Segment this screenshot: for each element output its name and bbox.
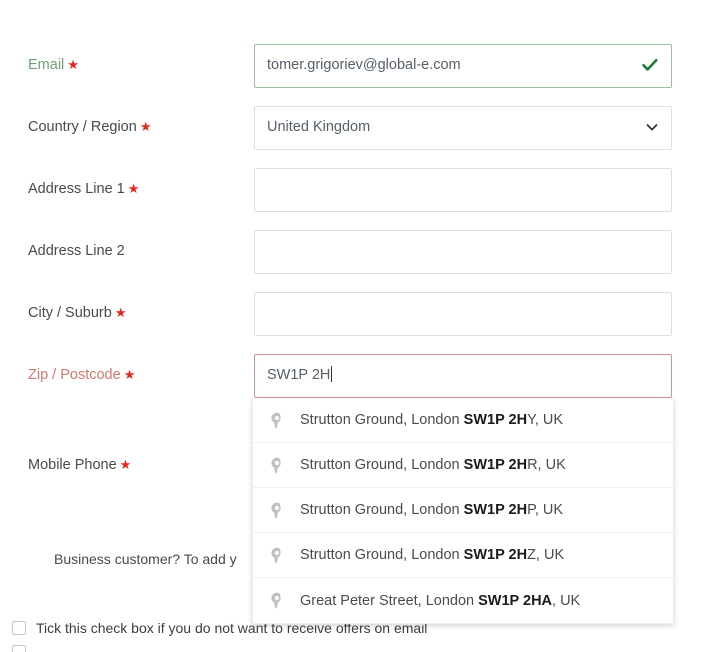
autocomplete-suggestion[interactable]: Great Peter Street, London SW1P 2HA, UK [253, 578, 673, 623]
suggestion-text: Strutton Ground, London SW1P 2HZ, UK [300, 547, 564, 563]
postcode-autocomplete-dropdown[interactable]: Strutton Ground, London SW1P 2HY, UK Stru… [252, 398, 674, 624]
map-pin-icon [269, 546, 285, 564]
field-label-text: Address Line 2 [28, 243, 125, 259]
map-pin-icon [269, 501, 285, 519]
required-star-icon: ★ [139, 119, 152, 134]
form-row: Address Line 2 [0, 228, 725, 290]
suggestion-match: SW1P 2H [463, 502, 528, 518]
suggestion-match: SW1P 2H [463, 457, 528, 473]
input-country-region[interactable] [254, 106, 672, 150]
suggestion-text: Great Peter Street, London SW1P 2HA, UK [300, 593, 580, 609]
autocomplete-suggestion[interactable]: Strutton Ground, London SW1P 2HZ, UK [253, 533, 673, 578]
field-label-text: Country / Region [28, 119, 137, 135]
suggestion-suffix: Z, UK [527, 547, 565, 563]
autocomplete-suggestion[interactable]: Strutton Ground, London SW1P 2HP, UK [253, 488, 673, 533]
suggestion-prefix: Great Peter Street, London [300, 592, 479, 609]
form-row: Email ★ tomer.grigoriev@global-e.com [0, 42, 725, 104]
suggestion-prefix: Strutton Ground, London [300, 457, 464, 473]
map-pin-icon [269, 456, 285, 474]
secondary-checkbox-row[interactable] [12, 645, 36, 652]
checkout-address-form: Email ★ tomer.grigoriev@global-e.com Countr… [0, 0, 725, 652]
field-label: Mobile Phone ★ [28, 456, 131, 474]
suggestion-text: Strutton Ground, London SW1P 2HY, UK [300, 412, 563, 428]
field-label: Address Line 1 ★ [28, 180, 139, 198]
field-wrapper [254, 168, 672, 212]
map-pin-icon [269, 411, 285, 429]
suggestion-match: SW1P 2H [463, 412, 528, 428]
autocomplete-suggestion[interactable]: Strutton Ground, London SW1P 2HY, UK [253, 398, 673, 443]
suggestion-prefix: Strutton Ground, London [300, 412, 464, 428]
field-wrapper: United Kingdom [254, 106, 672, 150]
business-customer-note: Business customer? To add y [54, 551, 237, 567]
field-label-text: Email [28, 57, 65, 73]
form-row: Country / Region ★ United Kingdom [0, 104, 725, 166]
required-star-icon: ★ [114, 305, 127, 320]
autocomplete-suggestion[interactable]: Strutton Ground, London SW1P 2HR, UK [253, 443, 673, 488]
required-star-icon: ★ [123, 367, 136, 382]
suggestion-suffix: Y, UK [527, 412, 564, 428]
input-city-suburb[interactable] [254, 292, 672, 336]
suggestion-suffix: P, UK [527, 502, 564, 518]
form-row: Address Line 1 ★ [0, 166, 725, 228]
suggestion-suffix: R, UK [527, 457, 566, 473]
field-label: Address Line 2 [28, 242, 125, 260]
input-address-line-1[interactable] [254, 168, 672, 212]
field-label: Country / Region ★ [28, 118, 151, 136]
input-email[interactable] [254, 44, 672, 88]
suggestion-match: SW1P 2HA [478, 592, 553, 609]
marketing-optout-checkbox[interactable] [12, 621, 26, 635]
suggestion-text: Strutton Ground, London SW1P 2HR, UK [300, 457, 566, 473]
field-label-text: Zip / Postcode [28, 367, 121, 383]
required-star-icon: ★ [119, 457, 132, 472]
field-label: City / Suburb ★ [28, 304, 126, 322]
suggestion-text: Strutton Ground, London SW1P 2HP, UK [300, 502, 563, 518]
required-star-icon: ★ [127, 181, 140, 196]
field-label-text: Address Line 1 [28, 181, 125, 197]
suggestion-match: SW1P 2H [463, 547, 528, 563]
field-wrapper [254, 230, 672, 274]
field-wrapper: SW1P 2H [254, 354, 672, 398]
map-pin-icon [269, 592, 285, 610]
suggestion-prefix: Strutton Ground, London [300, 547, 464, 563]
input-zip-postcode[interactable] [254, 354, 672, 398]
suggestion-suffix: , UK [552, 592, 581, 609]
field-label-text: Mobile Phone [28, 457, 117, 473]
form-row: City / Suburb ★ [0, 290, 725, 352]
field-wrapper: tomer.grigoriev@global-e.com [254, 44, 672, 88]
field-wrapper [254, 292, 672, 336]
field-label: Zip / Postcode ★ [28, 366, 135, 384]
required-star-icon: ★ [67, 57, 79, 72]
field-label: Email ★ [28, 56, 79, 74]
secondary-checkbox[interactable] [12, 645, 26, 652]
field-label-text: City / Suburb [28, 305, 112, 321]
suggestion-prefix: Strutton Ground, London [300, 502, 464, 518]
input-address-line-2[interactable] [254, 230, 672, 274]
